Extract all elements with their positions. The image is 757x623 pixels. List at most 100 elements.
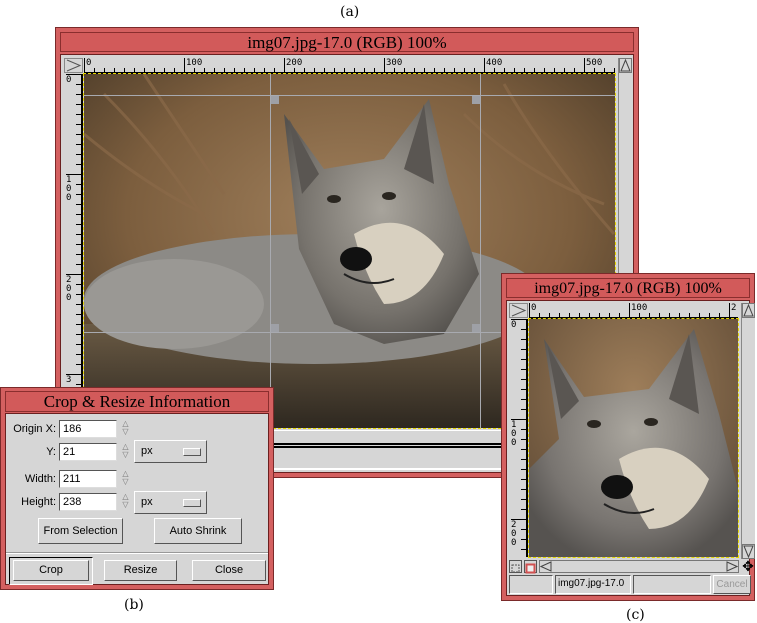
ruler-tick (569, 313, 570, 317)
navigate-button[interactable]: ✥ (741, 559, 755, 573)
horizontal-scrollbar[interactable] (539, 560, 739, 573)
ruler-tick (104, 68, 105, 72)
ruler-tick (521, 469, 526, 470)
ruler-tick (539, 313, 540, 317)
size-unit-menu[interactable]: px (134, 491, 207, 514)
ruler-tick (584, 58, 585, 72)
vertical-scrollbar[interactable] (741, 303, 755, 559)
ruler-tick (649, 313, 650, 317)
result-window-body: 0 100 2 0100200 ✥ img07.jpg-17.0 Cancel (506, 300, 755, 596)
ruler-label: 2 (731, 303, 737, 313)
ruler-tick (334, 68, 335, 72)
ruler-tick (76, 264, 81, 265)
ruler-tick (699, 313, 700, 317)
width-spinner[interactable]: △ ▽ (120, 470, 131, 488)
ruler-tick (114, 68, 115, 72)
scroll-up-button[interactable] (619, 58, 632, 73)
origin-x-spinner[interactable]: △ ▽ (120, 420, 131, 438)
result-image-canvas[interactable] (528, 318, 739, 558)
ruler-tick (124, 68, 125, 72)
ruler-tick (324, 68, 325, 72)
cancel-button[interactable]: Cancel (713, 575, 751, 594)
origin-x-input[interactable]: 186 (59, 420, 117, 438)
height-spinner[interactable]: △ ▽ (120, 493, 131, 511)
crop-handle-bottom-right[interactable] (472, 324, 480, 332)
ruler-label: 100 (186, 58, 203, 68)
origin-y-label: Y: (46, 446, 56, 458)
width-label: Width: (24, 473, 56, 485)
arrow-up-icon (743, 303, 754, 317)
ruler-tick (394, 68, 395, 72)
crop-selection-rect[interactable] (270, 95, 481, 333)
ruler-tick (521, 389, 526, 390)
width-input[interactable]: 211 (59, 470, 117, 488)
scroll-down-button[interactable] (742, 544, 755, 559)
ruler-corner-button[interactable] (509, 303, 528, 318)
ruler-tick (609, 313, 610, 317)
ruler-label: 100 (631, 303, 648, 313)
quickmask-off-button[interactable] (509, 560, 522, 573)
vertical-ruler[interactable]: 0 100 200 3 (64, 74, 83, 414)
ruler-tick (424, 68, 425, 72)
close-button[interactable]: Close (192, 560, 266, 581)
origin-unit-menu[interactable]: px (134, 440, 207, 463)
ruler-tick (521, 409, 526, 410)
scroll-up-button[interactable] (742, 303, 755, 318)
ruler-tick (154, 68, 155, 72)
ruler-tick (464, 68, 465, 72)
ruler-tick (344, 68, 345, 72)
origin-y-input[interactable]: 21 (59, 443, 117, 461)
ruler-tick (314, 68, 315, 72)
result-window-title[interactable]: img07.jpg-17.0 (RGB) 100% (506, 278, 750, 298)
ruler-tick (234, 68, 235, 72)
ruler-tick (521, 349, 526, 350)
ruler-tick (76, 344, 81, 345)
ruler-label: 0 (511, 320, 517, 330)
ruler-tick (689, 313, 690, 317)
ruler-tick (76, 94, 81, 95)
vertical-ruler[interactable]: 0 100 200 (509, 319, 528, 557)
ruler-label: 0 (86, 58, 92, 68)
ruler-tick (521, 379, 526, 380)
ruler-tick (529, 303, 530, 317)
ruler-tick (76, 104, 81, 105)
ruler-label: 500 (586, 58, 603, 68)
ruler-tick (709, 313, 710, 317)
crop-handle-bottom-left[interactable] (271, 324, 279, 332)
from-selection-button[interactable]: From Selection (38, 518, 123, 544)
ruler-label: 0 (531, 303, 537, 313)
ruler-tick (594, 68, 595, 72)
crop-handle-top-left[interactable] (271, 96, 279, 104)
ruler-tick (614, 68, 615, 72)
height-input[interactable]: 238 (59, 493, 117, 511)
status-label: img07.jpg-17.0 (555, 575, 631, 594)
ruler-label: 400 (486, 58, 503, 68)
dashed-square-icon (511, 564, 520, 573)
resize-button[interactable]: Resize (104, 560, 177, 581)
ruler-tick (404, 68, 405, 72)
ruler-tick (521, 529, 526, 530)
main-window-title[interactable]: img07.jpg-17.0 (RGB) 100% (60, 32, 634, 52)
ruler-corner-button[interactable] (64, 58, 83, 73)
auto-shrink-button[interactable]: Auto Shrink (154, 518, 242, 544)
dialog-separator (6, 552, 268, 554)
ruler-tick (521, 359, 526, 360)
ruler-tick (521, 339, 526, 340)
ruler-tick (76, 384, 81, 385)
ruler-tick (549, 313, 550, 317)
crop-handle-top-right[interactable] (472, 96, 480, 104)
ruler-tick (521, 399, 526, 400)
quickmask-on-button[interactable] (524, 560, 537, 574)
origin-y-spinner[interactable]: △ ▽ (120, 443, 131, 461)
ruler-tick (76, 254, 81, 255)
ruler-tick (521, 459, 526, 460)
crop-dialog-title[interactable]: Crop & Resize Information (5, 391, 269, 412)
crop-button[interactable]: Crop (13, 560, 89, 581)
horizontal-ruler[interactable]: 0 100 200 300 400 500 (84, 58, 615, 74)
caption-b: (b) (124, 597, 144, 613)
ruler-tick (521, 369, 526, 370)
ruler-tick (679, 313, 680, 317)
ruler-tick (76, 214, 81, 215)
horizontal-ruler[interactable]: 0 100 2 (529, 303, 738, 319)
ruler-tick (76, 154, 81, 155)
